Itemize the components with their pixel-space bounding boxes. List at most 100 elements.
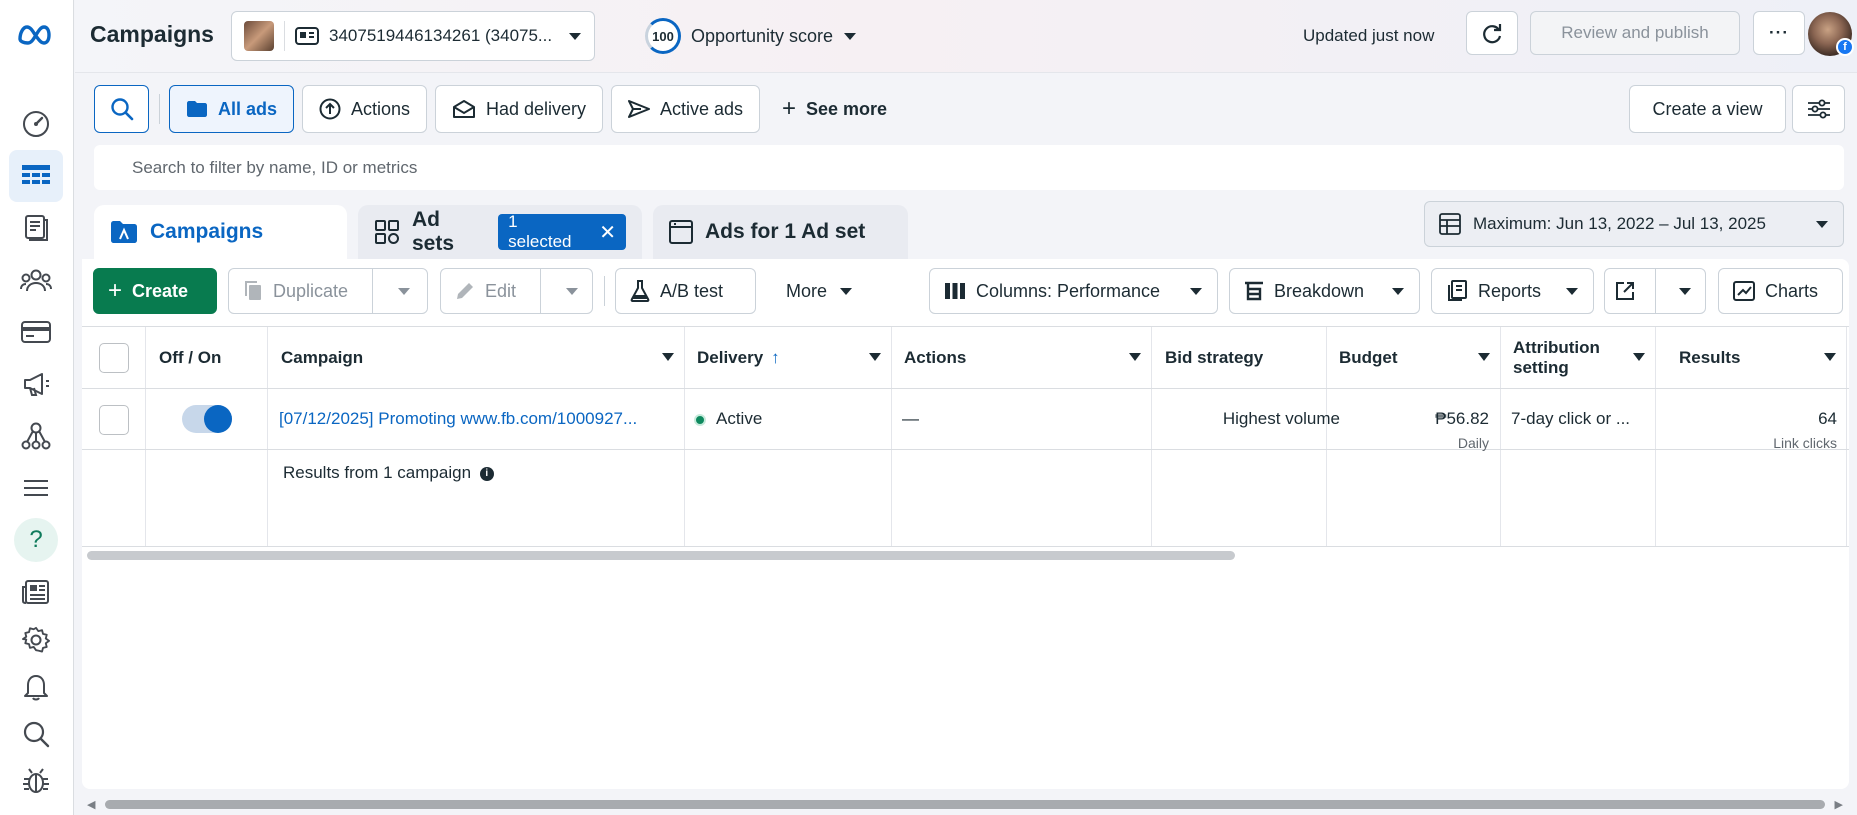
plus-icon: + (782, 95, 797, 122)
chevron-down-icon[interactable] (565, 287, 579, 296)
date-range-picker[interactable]: Maximum: Jun 13, 2022 – Jul 13, 2025 (1424, 201, 1844, 247)
divider (145, 327, 146, 547)
create-a-view-label: Create a view (1652, 98, 1763, 119)
chevron-down-icon (568, 32, 582, 41)
header-off-on-label: Off / On (159, 348, 222, 367)
search-filter-input[interactable]: Search to filter by name, ID or metrics (94, 145, 1844, 190)
divider (540, 269, 542, 313)
header-budget[interactable]: Budget (1339, 327, 1500, 389)
duplicate-icon (243, 280, 263, 302)
more-options-button[interactable]: ··· (1753, 11, 1805, 55)
charts-button[interactable]: Charts (1718, 268, 1843, 314)
header-bid-strategy[interactable]: Bid strategy (1165, 327, 1326, 389)
audience-icon[interactable] (9, 254, 63, 306)
filter-all-ads-label: All ads (218, 98, 278, 119)
billing-icon[interactable] (9, 306, 63, 358)
chevron-down-icon[interactable] (1665, 287, 1705, 296)
facebook-badge-icon: f (1836, 38, 1854, 56)
edit-button[interactable]: Edit (440, 268, 593, 314)
breakdown-dropdown[interactable]: Breakdown (1229, 268, 1420, 314)
see-more-filters-button[interactable]: + See more (766, 85, 903, 133)
campaign-name-link[interactable]: [07/12/2025] Promoting www.fb.com/100092… (279, 409, 637, 429)
header-results-label: Results (1679, 348, 1741, 367)
updated-status: Updated just now (1303, 26, 1435, 45)
calendar-table-icon (1439, 213, 1461, 235)
opportunity-score-dropdown[interactable]: 100 Opportunity score (645, 18, 857, 54)
header-attribution-setting[interactable]: Attribution setting (1513, 327, 1655, 389)
summary-row: Results from 1 campaign i (283, 463, 494, 483)
duplicate-button[interactable]: Duplicate (228, 268, 428, 314)
campaigns-table: Off / On Campaign Delivery ↑ Actions Bid… (82, 326, 1849, 547)
columns-dropdown[interactable]: Columns: Performance (929, 268, 1218, 314)
megaphone-icon[interactable] (9, 358, 63, 410)
header-budget-label: Budget (1339, 348, 1398, 367)
select-all-checkbox[interactable] (99, 343, 129, 373)
tab-campaigns[interactable]: Campaigns (94, 205, 347, 259)
bell-icon[interactable] (9, 661, 63, 713)
view-settings-button[interactable] (1792, 85, 1845, 133)
divider (1151, 327, 1152, 547)
header-results[interactable]: Results (1679, 327, 1846, 389)
send-icon (628, 99, 650, 119)
ad-account-picker[interactable]: 3407519446134261 (34075... (231, 11, 595, 61)
catalog-icon[interactable] (9, 202, 63, 254)
results-type: Link clicks (1773, 435, 1837, 451)
account-thumbnail (244, 21, 274, 51)
meta-logo-icon[interactable] (9, 8, 63, 60)
table-icon[interactable] (9, 150, 63, 202)
more-actions-dropdown[interactable]: More (786, 268, 853, 314)
filter-actions[interactable]: Actions (302, 85, 428, 133)
create-button[interactable]: + Create (93, 268, 217, 314)
search-toggle-button[interactable] (94, 85, 149, 133)
dashboard-icon[interactable] (9, 98, 63, 150)
filter-active-ads[interactable]: Active ads (611, 85, 761, 133)
chevron-down-icon (1815, 220, 1829, 229)
export-icon[interactable] (1605, 281, 1645, 301)
divider (82, 546, 1849, 547)
upload-circle-icon (319, 98, 341, 120)
row-select-checkbox[interactable] (99, 405, 129, 435)
ad-account-icon (295, 27, 319, 45)
filter-all-ads[interactable]: All ads (169, 85, 295, 133)
chart-line-icon (1733, 281, 1755, 301)
campaign-toggle[interactable] (182, 405, 232, 433)
header-campaign[interactable]: Campaign (281, 327, 684, 389)
chevron-down-icon (839, 287, 853, 296)
grid-icon (374, 219, 400, 245)
scrollbar-thumb[interactable] (105, 800, 1825, 809)
chevron-down-icon[interactable] (397, 287, 411, 296)
page-horizontal-scrollbar[interactable]: ◀ ▶ (85, 796, 1845, 812)
filter-actions-label: Actions (351, 98, 411, 119)
search-icon[interactable] (9, 708, 63, 760)
news-icon[interactable] (9, 566, 63, 618)
bug-icon[interactable] (9, 755, 63, 807)
help-icon[interactable]: ? (9, 514, 63, 566)
header-delivery[interactable]: Delivery ↑ (697, 327, 891, 389)
review-and-publish-button[interactable]: Review and publish (1530, 11, 1740, 55)
divider (1846, 327, 1847, 547)
tab-ad-sets[interactable]: Ad sets 1 selected ✕ (358, 205, 642, 259)
table-horizontal-scrollbar[interactable] (87, 551, 1235, 560)
scroll-right-icon[interactable]: ▶ (1835, 798, 1843, 811)
settings-icon[interactable] (9, 614, 63, 666)
folder-icon (186, 100, 208, 118)
menu-icon[interactable] (9, 462, 63, 514)
info-icon[interactable]: i (479, 466, 494, 481)
actions-value: — (902, 409, 919, 428)
reports-dropdown[interactable]: Reports (1431, 268, 1594, 314)
filter-had-delivery[interactable]: Had delivery (435, 85, 604, 133)
header-off-on[interactable]: Off / On (159, 327, 267, 389)
refresh-button[interactable] (1466, 11, 1518, 55)
create-a-view-button[interactable]: Create a view (1629, 85, 1786, 133)
chevron-down-icon (1129, 353, 1141, 361)
delivery-status-label: Active (716, 409, 763, 428)
columns-icon (944, 282, 966, 300)
scroll-left-icon[interactable]: ◀ (87, 798, 95, 811)
selected-badge[interactable]: 1 selected ✕ (498, 212, 626, 251)
tab-ads[interactable]: Ads for 1 Ad set (653, 205, 908, 259)
header-actions[interactable]: Actions (904, 327, 1151, 389)
chevron-down-icon (843, 32, 857, 41)
ab-test-button[interactable]: A/B test (615, 268, 756, 314)
graph-icon[interactable] (9, 410, 63, 462)
close-icon[interactable]: ✕ (599, 220, 616, 245)
